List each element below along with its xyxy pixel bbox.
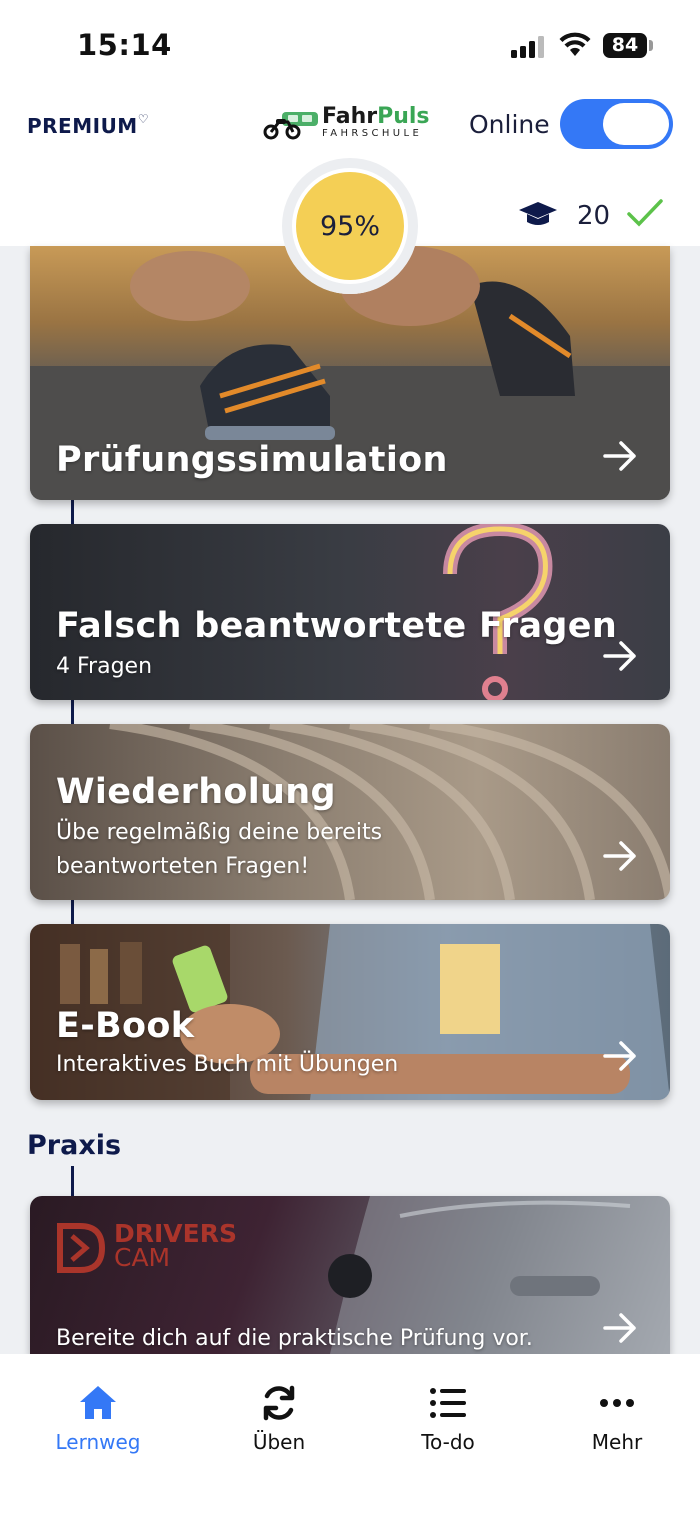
arrow-right-icon <box>603 1313 636 1343</box>
card-ebook[interactable]: E-Book Interaktives Buch mit Übungen <box>30 924 670 1100</box>
drivers-cam-icon <box>57 1223 106 1273</box>
app-logo: FahrPuls FAHRSCHULE <box>262 102 442 142</box>
arrow-right-icon <box>603 1041 636 1071</box>
heart-icon: ♡ <box>137 112 149 126</box>
card-title: E-Book <box>56 1006 195 1046</box>
arrow-right-icon <box>603 441 636 471</box>
card-title: Wiederholung <box>56 772 336 812</box>
progress-value: 95% <box>296 172 404 280</box>
nav-label: Lernweg <box>55 1430 141 1454</box>
drivers-cam-wordmark: DRIVERS CAM <box>114 1219 237 1272</box>
status-time: 15:14 <box>77 28 172 62</box>
timeline-line <box>71 900 74 924</box>
toggle-knob <box>603 103 669 145</box>
nav-label: Üben <box>252 1430 306 1454</box>
card-subtitle: Interaktives Buch mit Übungen <box>56 1052 399 1077</box>
bottom-navigation: Lernweg Üben To-do Mehr <box>0 1354 700 1515</box>
battery-indicator: 84 <box>603 33 647 58</box>
nav-mehr[interactable]: Mehr <box>547 1382 687 1454</box>
arrow-right-icon <box>603 641 636 671</box>
logo-wordmark: FahrPuls <box>322 104 430 129</box>
premium-badge[interactable]: PREMIUM♡ <box>27 112 149 138</box>
nav-label: To-do <box>421 1430 475 1454</box>
online-toggle[interactable] <box>560 99 673 149</box>
timeline-line <box>71 1166 74 1196</box>
wifi-icon <box>559 32 591 56</box>
checkmark-icon <box>627 199 663 227</box>
card-repetition[interactable]: Wiederholung Übe regelmäßig deine bereit… <box>30 724 670 900</box>
card-subtitle-line-1: Übe regelmäßig deine bereits <box>56 820 383 845</box>
learned-count: 20 <box>577 201 611 231</box>
status-bar: 15:14 84 <box>0 0 700 92</box>
arrow-right-icon <box>603 841 636 871</box>
list-icon <box>430 1388 466 1418</box>
sync-icon <box>263 1385 295 1421</box>
card-subtitle-line-2: beantworteten Fragen! <box>56 854 310 879</box>
nav-label: Mehr <box>591 1430 643 1454</box>
card-subtitle: 4 Fragen <box>56 654 153 679</box>
timeline-line <box>71 500 74 524</box>
card-subtitle: Bereite dich auf die praktische Prüfung … <box>56 1326 533 1351</box>
battery-tip <box>649 40 653 51</box>
cellular-signal-icon <box>511 36 544 58</box>
nav-ueben[interactable]: Üben <box>209 1382 349 1454</box>
drivers-cam-logo: DRIVERS CAM <box>56 1219 237 1274</box>
card-drivers-cam[interactable]: DRIVERS CAM Bereite dich auf die praktis… <box>30 1196 670 1354</box>
app-header: PREMIUM♡ FahrPuls FAHRSCHULE Online 95% … <box>0 92 700 294</box>
nav-todo[interactable]: To-do <box>378 1382 518 1454</box>
section-title-praxis: Praxis <box>27 1130 122 1161</box>
online-label: Online <box>469 110 550 139</box>
nav-lernweg[interactable]: Lernweg <box>28 1382 168 1454</box>
home-icon <box>80 1386 116 1419</box>
premium-label: PREMIUM <box>27 114 138 138</box>
timeline-line <box>71 700 74 724</box>
card-title: Prüfungssimulation <box>56 440 448 480</box>
progress-indicator[interactable]: 95% <box>282 158 418 294</box>
card-wrong-answers[interactable]: Falsch beantwortete Fragen 4 Fragen <box>30 524 670 700</box>
graduation-cap-icon <box>519 202 557 225</box>
more-icon <box>600 1399 634 1407</box>
car-motorbike-icon <box>263 112 318 140</box>
card-title: Falsch beantwortete Fragen <box>56 606 618 646</box>
logo-subtitle: FAHRSCHULE <box>322 128 423 139</box>
